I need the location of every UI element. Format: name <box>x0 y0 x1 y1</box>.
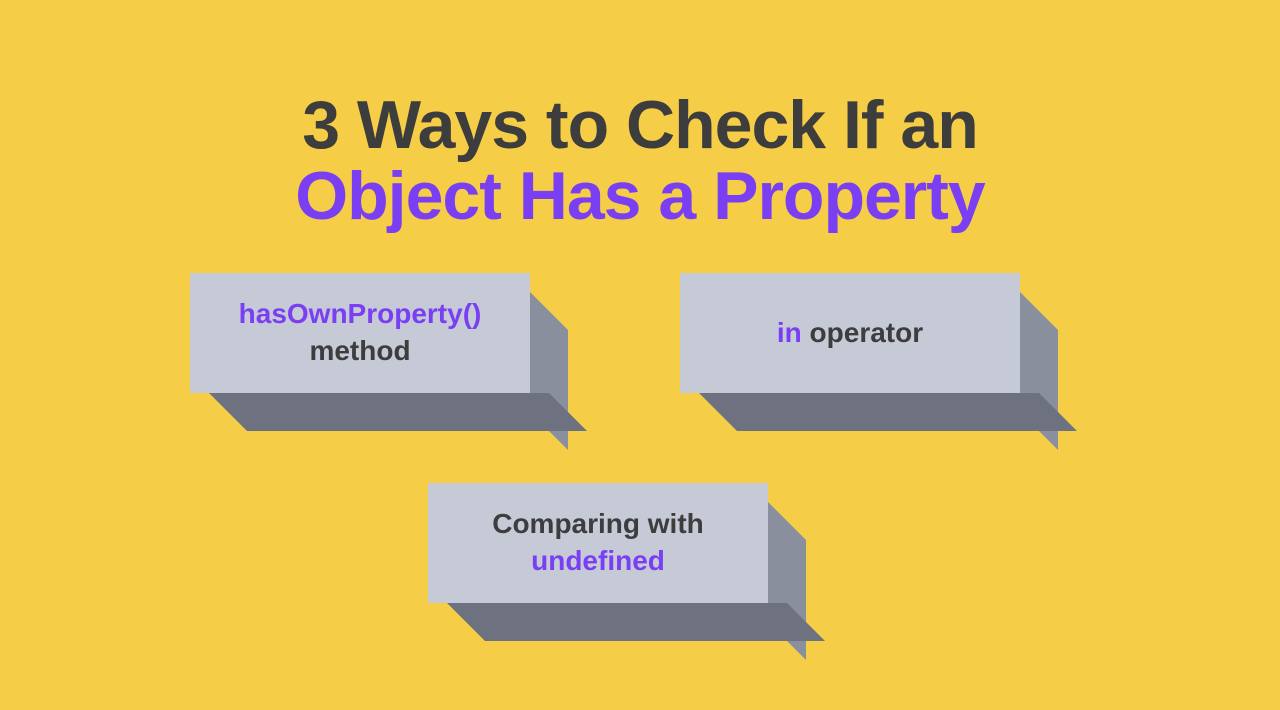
box-face: hasOwnProperty() method <box>190 273 530 393</box>
box-side-bottom <box>447 603 825 641</box>
main-title: 3 Ways to Check If an Object Has a Prope… <box>0 0 1280 233</box>
rest-text: method <box>309 333 410 369</box>
keyword-text: hasOwnProperty() <box>239 296 482 332</box>
box-in-operator: in operator <box>680 273 1020 393</box>
title-line-1: 3 Ways to Check If an <box>0 90 1280 161</box>
rest-text: operator <box>802 317 923 348</box>
boxes-container: hasOwnProperty() method in operator Comp… <box>0 233 1280 693</box>
box-hasownproperty: hasOwnProperty() method <box>190 273 530 393</box>
keyword-text: undefined <box>531 543 665 579</box>
box-undefined: Comparing with undefined <box>428 483 768 603</box>
box-face: in operator <box>680 273 1020 393</box>
top-text: Comparing with <box>492 506 704 542</box>
keyword-text: in <box>777 317 802 348</box>
box-side-bottom <box>209 393 587 431</box>
box-side-bottom <box>699 393 1077 431</box>
title-line-2: Object Has a Property <box>0 161 1280 232</box>
box-face: Comparing with undefined <box>428 483 768 603</box>
